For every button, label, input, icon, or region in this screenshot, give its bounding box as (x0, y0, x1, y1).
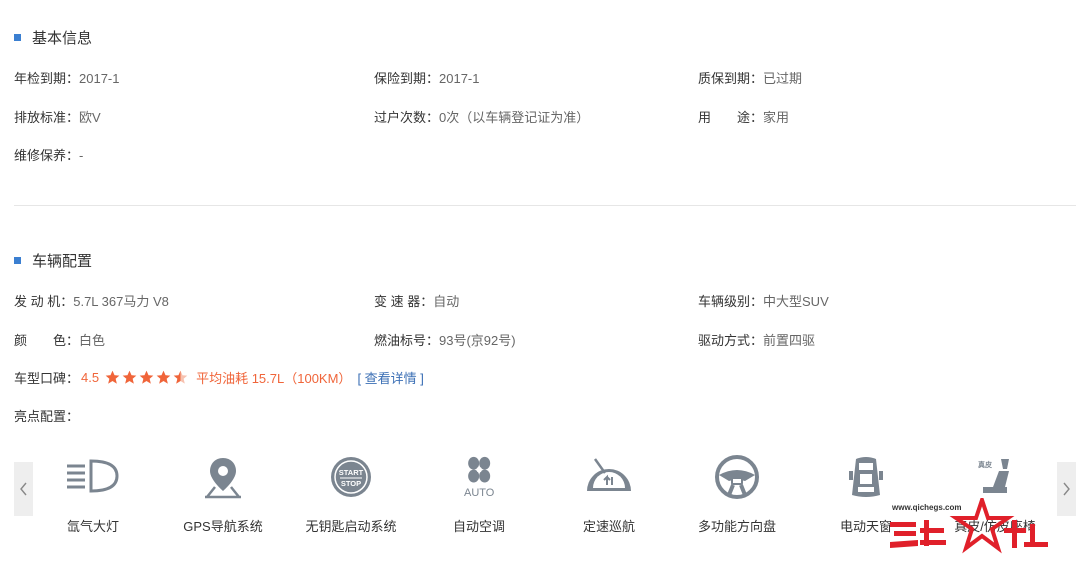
highlight-item: GPS导航系统 (163, 452, 283, 535)
field-value: 93号(京92号) (439, 333, 516, 348)
steering-wheel-icon (715, 455, 759, 499)
config-row: 发 动 机：5.7L 367马力 V8 变 速 器：自动 车辆级别：中大型SUV (14, 291, 1081, 311)
highlight-item: 定速巡航 (549, 452, 669, 535)
fuel-grade: 燃油标号：93号(京92号) (374, 330, 516, 349)
headlight-icon (67, 459, 119, 493)
field-value: 中大型SUV (763, 294, 829, 309)
field-value: 0次（以车辆登记证为准） (439, 110, 590, 125)
rating-score: 4.5 (81, 370, 100, 385)
model-rating: 车型口碑： 4.5 平均油耗 15.7L（100KM） [ 查看详情 ] (14, 368, 424, 387)
field-label: 变 速 器： (374, 294, 434, 309)
field-label: 保险到期： (374, 71, 440, 86)
chevron-left-icon (20, 482, 27, 496)
fan-auto-icon: AUTO (464, 456, 495, 499)
watermark-url: www.qichegs.com (891, 503, 962, 512)
star-icon (173, 370, 188, 384)
cruise-gauge-icon (587, 458, 631, 491)
field-value: 欧V (79, 110, 101, 125)
maintenance: 维修保养：- (14, 145, 83, 164)
field-label: 颜 色： (14, 333, 80, 348)
info-row: 维修保养：- (14, 145, 1081, 165)
field-label: 排放标准： (14, 110, 80, 125)
engine: 发 动 机：5.7L 367马力 V8 (14, 291, 169, 310)
carousel-prev-button[interactable] (14, 462, 33, 516)
field-value: - (79, 148, 84, 163)
highlight-item: START STOP 无钥匙启动系统 (291, 452, 411, 535)
usage-type: 用 途：家用 (698, 107, 789, 126)
field-label: 燃油标号： (374, 333, 440, 348)
rating-label: 车型口碑： (14, 371, 80, 386)
field-value: 白色 (79, 333, 106, 348)
field-value: 5.7L 367马力 V8 (73, 294, 169, 309)
field-label: 用 途： (698, 110, 764, 125)
inspection-expiry: 年检到期：2017-1 (14, 68, 120, 87)
config-row: 颜 色：白色 燃油标号：93号(京92号) 驱动方式：前置四驱 (14, 330, 1081, 350)
field-value: 2017-1 (439, 71, 480, 86)
section-title-text: 基本信息 (32, 30, 93, 47)
watermark-logo: www.qichegs.com (890, 498, 1048, 554)
transfer-count: 过户次数：0次（以车辆登记证为准） (374, 107, 589, 126)
highlights-label: 亮点配置： (14, 409, 80, 424)
highlight-name: 氙气大灯 (66, 519, 119, 534)
star-icon (139, 370, 154, 384)
leather-text: 真皮 (978, 460, 992, 469)
car-sunroof-icon (849, 457, 883, 497)
vehicle-class: 车辆级别：中大型SUV (698, 291, 829, 310)
section-marker (14, 257, 21, 264)
info-row: 年检到期：2017-1 保险到期：2017-1 质保到期：已过期 (14, 68, 1081, 88)
star-icon (156, 370, 171, 384)
auto-text: AUTO (464, 487, 495, 499)
highlight-name: 定速巡航 (582, 519, 635, 534)
highlight-name: 无钥匙启动系统 (305, 519, 397, 534)
field-value: 已过期 (763, 71, 803, 86)
section-title-text: 车辆配置 (32, 253, 93, 270)
field-label: 发 动 机： (14, 294, 74, 309)
avg-fuel-consumption: 平均油耗 15.7L（100KM） (196, 371, 352, 386)
field-label: 年检到期： (14, 71, 80, 86)
start-stop-button-icon: START STOP (331, 457, 371, 497)
emission-standard: 排放标准：欧V (14, 107, 101, 126)
chevron-right-icon (1063, 482, 1070, 496)
warranty-expiry: 质保到期：已过期 (698, 68, 802, 87)
info-row: 排放标准：欧V 过户次数：0次（以车辆登记证为准） 用 途：家用 (14, 107, 1081, 127)
field-value: 家用 (763, 110, 790, 125)
field-label: 驱动方式： (698, 333, 764, 348)
field-value: 自动 (433, 294, 460, 309)
start-text: START (339, 468, 364, 477)
leather-seat-icon: 真皮 (978, 459, 1009, 493)
section-title-vehicle-config: 车辆配置 (14, 250, 92, 271)
section-divider (14, 205, 1076, 206)
view-details-link[interactable]: [ 查看详情 ] (357, 368, 423, 387)
section-title-basic-info: 基本信息 (14, 27, 92, 48)
highlight-name: 多功能方向盘 (697, 519, 776, 534)
field-value: 2017-1 (79, 71, 120, 86)
highlight-item: 氙气大灯 (33, 452, 153, 535)
gps-pin-icon (205, 458, 241, 499)
field-label: 车辆级别： (698, 294, 764, 309)
field-value: 前置四驱 (763, 333, 816, 348)
highlight-name: 自动空调 (452, 519, 505, 534)
field-label: 维修保养： (14, 148, 80, 163)
transmission: 变 速 器：自动 (374, 291, 459, 310)
highlight-item: AUTO 自动空调 (419, 452, 539, 535)
insurance-expiry: 保险到期：2017-1 (374, 68, 480, 87)
highlight-item: 多功能方向盘 (677, 452, 797, 535)
highlight-name: GPS导航系统 (183, 519, 263, 534)
carousel-next-button[interactable] (1057, 462, 1076, 516)
field-label: 质保到期： (698, 71, 764, 86)
section-marker (14, 34, 21, 41)
field-label: 过户次数： (374, 110, 440, 125)
color: 颜 色：白色 (14, 330, 105, 349)
stop-text: STOP (341, 479, 361, 488)
star-icon (105, 370, 120, 384)
drive-type: 驱动方式：前置四驱 (698, 330, 815, 349)
rating-stars (105, 370, 190, 385)
star-icon (122, 370, 137, 384)
